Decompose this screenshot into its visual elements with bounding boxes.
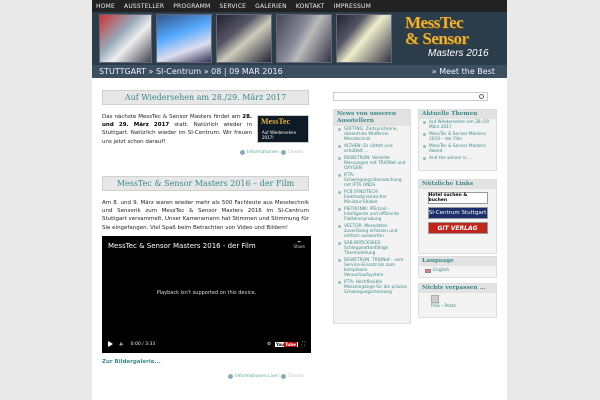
event-tagline: » Meet the Best [431,67,495,76]
post-title[interactable]: MessTec & Sensor Masters 2016 – der Film [102,176,309,191]
nav-aussteller[interactable]: AUSSTELLER [124,3,164,10]
top-nav: HOME AUSSTELLER PROGRAMM SERVICE GALERIE… [92,0,507,12]
news-item[interactable]: ALTHEN: Es rüttelt und schüttelt ... [334,143,410,155]
post-thumbnail[interactable]: MessTec Auf Wiedersehen 2017! [257,115,309,143]
si-centrum-link[interactable]: SI-Centrum Stuttgart [427,207,488,219]
main-content: Auf Wiedersehen am 28./29. März 2017 Das… [92,78,507,400]
nav-programm[interactable]: PROGRAMM [173,3,210,10]
widget-title: Nützliche Links [419,180,496,189]
news-item[interactable]: DEWETRON: Verteilte Messungen mit TRIONe… [334,155,410,172]
comment-icon [281,374,287,379]
rss-link[interactable]: RSS - Posts [419,303,496,309]
post-footer: Informationen Closed [240,150,303,155]
post-info-link[interactable]: Informationen [247,150,279,155]
news-item[interactable]: IFTA: Hochflexible Messeingänge für die … [334,279,410,296]
widget-title: Language [419,257,496,266]
language-widget: Language English [418,256,497,278]
play-icon[interactable] [108,341,113,347]
video-player[interactable]: MessTec & Sensor Masters 2016 - der Film… [102,236,311,353]
fullscreen-icon[interactable]: ⛶ [302,341,305,347]
event-location: STUTTGART » SI-Centrum » 08 | 09 MAR 201… [99,67,283,76]
topic-link[interactable]: MessTec & Sensor Masters Award [419,143,496,155]
widget-title: Nichts verpassen ... [419,284,496,293]
nav-impressum[interactable]: IMPRESSUM [333,3,371,10]
hotel-booking-link[interactable]: Hotel suchen & buchen [427,192,488,204]
news-item[interactable]: SOFTING: Zeitsynchrone, dezentrale Weltk… [334,126,410,143]
video-controls: 🔈 0:00 / 3:33 ⚙ YouTube ⛶ [108,339,305,349]
header-photo [216,14,272,63]
topic-link[interactable]: MessTec & Sensor Masters 2016 – der Film [419,131,496,143]
nav-galerien[interactable]: GALERIEN [255,3,287,10]
header-photo [276,14,332,63]
post-body: Am 8. und 9. März waren wieder mehr als … [102,200,309,231]
post-info-link[interactable]: Informationen Live! [235,374,279,379]
comments-status: Closed [287,150,303,155]
news-list: SOFTING: Zeitsynchrone, dezentrale Weltk… [334,126,410,296]
video-time: 0:00 / 3:33 [130,341,156,347]
useful-links-widget: Nützliche Links Hotel suchen & buchen SI… [418,179,497,254]
youtube-tube: Tube [284,341,297,347]
widget-title: News von unseren Ausstellern [334,110,410,126]
news-item[interactable]: SAB BRÖCKSKES: Schleppkettenfähige Therm… [334,240,410,257]
site-logo[interactable]: MessTec & Sensor [405,14,469,48]
playback-message: Playback isn't supported on this device. [156,290,257,296]
post-title[interactable]: Auf Wiedersehen am 28./29. März 2017 [102,90,309,105]
header-photo [99,14,152,63]
youtube-logo[interactable]: YouTube [275,341,298,347]
post-footer: Informationen Live! Closed [228,374,303,379]
volume-icon[interactable]: 🔈 [119,342,125,347]
search-input[interactable] [333,92,488,101]
news-item[interactable]: PCB SYNOTECH: Elektrodynamischer Miniatu… [334,189,410,206]
header-photo [156,14,212,63]
nav-kontakt[interactable]: KONTAKT [296,3,325,10]
thumbnail-caption: Auf Wiedersehen 2017! [262,130,297,140]
topic-link[interactable]: And the winner is ... [419,155,496,162]
current-topics-widget: Aktuelle Themen Auf Wiedersehen am 28./2… [418,109,497,171]
comments-status: Closed [288,374,304,379]
header-photo [336,14,392,63]
post-text: Das nächste MessTec & Sensor Masters fin… [102,114,243,120]
rss-icon[interactable] [431,295,439,303]
language-option[interactable]: English [419,266,496,275]
rss-widget: Nichts verpassen ... RSS - Posts [418,283,497,318]
gallery-link[interactable]: Zur Bildergalerie... [102,359,161,365]
widget-title: Aktuelle Themen [419,110,496,119]
logo-subtitle: Masters 2016 [428,48,489,59]
share-label: Share [293,244,305,249]
language-label: English [433,268,450,273]
news-item[interactable]: IFTA: Schwingungsüberwachung mit IFTA ON… [334,172,410,189]
thumbnail-logo-text: MessTec [261,117,291,126]
video-title[interactable]: MessTec & Sensor Masters 2016 - der Film [108,242,256,250]
nav-service[interactable]: SERVICE [219,3,246,10]
news-item[interactable]: DEWETRON: TRIONet - vom Service-Einsatz … [334,257,410,279]
info-icon [240,150,245,155]
flag-icon [425,268,431,273]
youtube-you: You [276,341,285,347]
topic-link[interactable]: Auf Wiedersehen am 28./29. März 2017 [419,119,496,131]
exhibitor-news-widget: News von unseren Ausstellern SOFTING: Ze… [333,109,411,324]
news-item[interactable]: PIETRONIK: IPE/cool - Intelligente und e… [334,206,410,223]
settings-icon[interactable]: ⚙ [267,342,271,347]
info-icon [228,374,233,379]
nav-home[interactable]: HOME [96,3,115,10]
search-icon[interactable] [479,94,484,99]
comment-icon [280,150,286,155]
git-verlag-link[interactable]: GIT VERLAG [427,222,488,234]
share-button[interactable]: ➦ Share [293,239,305,249]
header-banner: MessTec & Sensor Masters 2016 [92,12,507,65]
post-body: Das nächste MessTec & Sensor Masters fin… [102,113,252,146]
news-item[interactable]: VECTOR: Messdaten zuverlässig erfassen u… [334,223,410,240]
logo-line2: & Sensor [405,29,469,48]
event-info-bar: STUTTGART » SI-Centrum » 08 | 09 MAR 201… [92,65,507,78]
